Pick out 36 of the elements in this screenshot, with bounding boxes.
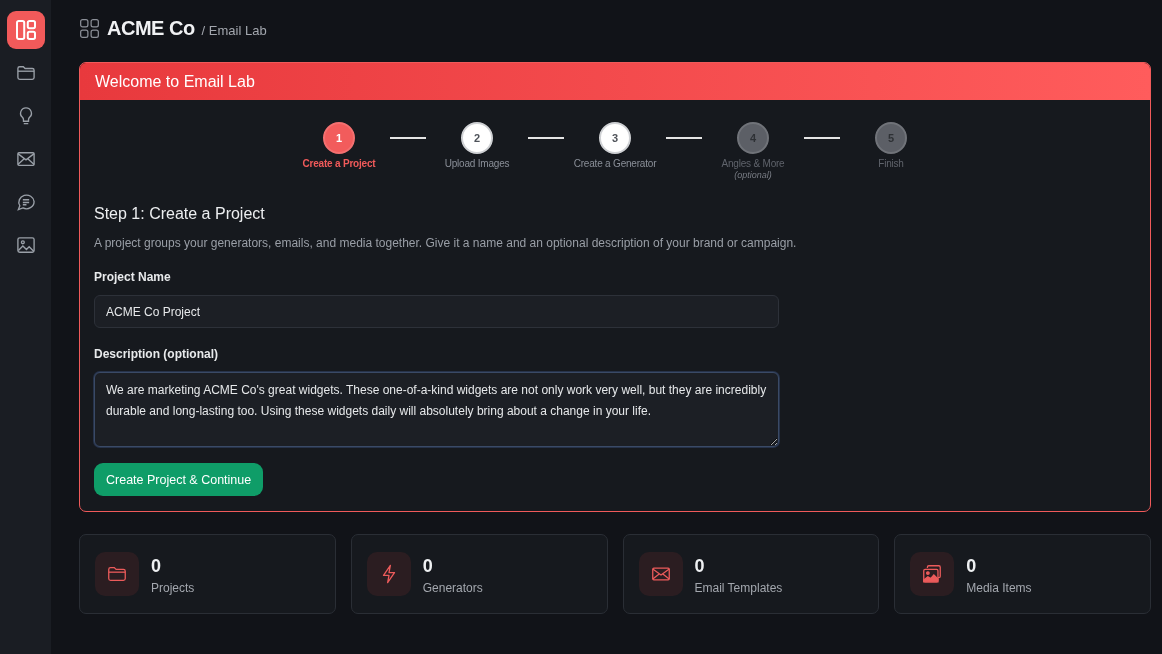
stat-label: Email Templates (694, 579, 783, 596)
field-label: Project Name (94, 269, 171, 285)
envelope-icon (16, 150, 35, 168)
step-indicator[interactable]: 2 (461, 122, 493, 154)
step-label: Finish (878, 158, 904, 169)
folder-icon (95, 552, 139, 596)
step-indicator[interactable]: 3 (599, 122, 631, 154)
dashboard-icon (15, 20, 36, 40)
brand-name: ACME Co (107, 16, 195, 40)
envelope-icon (638, 552, 683, 596)
chat-bubble-icon (16, 193, 35, 211)
sidebar-item[interactable] (6, 11, 45, 49)
folder-icon (16, 64, 35, 82)
stat-value: 0 (422, 554, 433, 577)
image-icon (16, 236, 35, 254)
stat-value: 0 (694, 554, 705, 577)
project-name-input[interactable]: ACME Co Project (94, 295, 779, 328)
stat-value: 0 (966, 554, 977, 577)
step-label: Angles & More (721, 158, 785, 169)
step-label: Create a Project (302, 158, 376, 169)
card-title: Welcome to Email Lab (95, 72, 255, 91)
step-label: Upload Images (444, 158, 510, 169)
stat-label: Projects (151, 579, 195, 596)
field-label: Description (optional) (94, 346, 218, 362)
images-icon (910, 552, 955, 596)
stat-label: Generators (422, 579, 483, 596)
stat-label: Media Items (966, 579, 1032, 596)
breadcrumb: / Email Lab (201, 23, 267, 38)
stat-value: 0 (151, 554, 161, 577)
lightning-icon (366, 552, 411, 596)
step-heading: Step 1: Create a Project (94, 204, 265, 224)
description-textarea[interactable]: We are marketing ACME Co's great widgets. These one-of-a-kind widgets are not only work very well, but they are incredibly durable and long-lasting too. Using these widgets daily will absolutely bring about a change in your life. (94, 372, 779, 447)
grid-icon (80, 18, 99, 38)
step-note: (optional) (734, 170, 772, 180)
step-description: A project groups your generators, emails, and media together. Give it a name and an optional description of your brand or campaign. (94, 235, 797, 251)
step-label: Create a Generator (573, 158, 657, 169)
